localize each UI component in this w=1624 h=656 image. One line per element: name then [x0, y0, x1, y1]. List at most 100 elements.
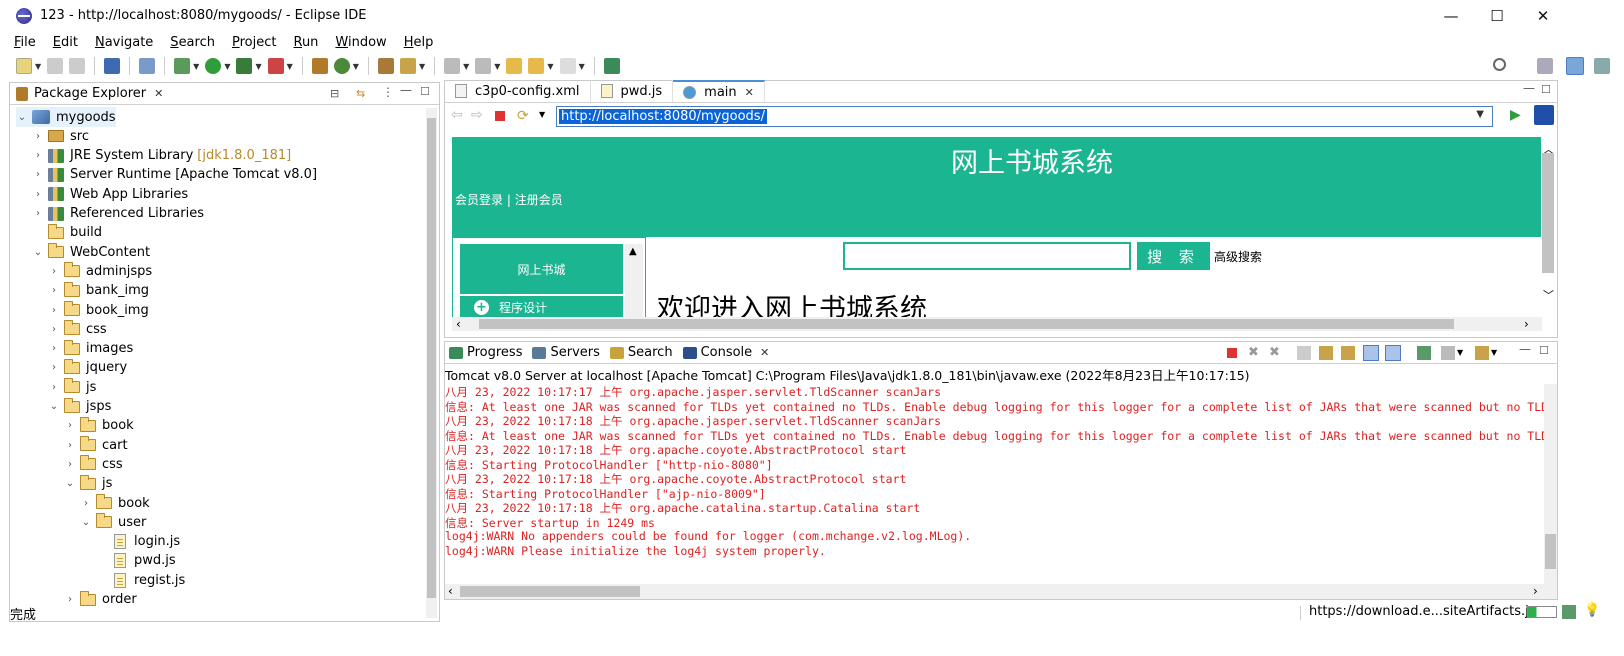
chevron-right-icon[interactable]: › [32, 131, 44, 142]
page-horizontal-scrollbar[interactable]: ‹ › [452, 317, 1542, 331]
go-icon[interactable]: ▶ [1510, 107, 1521, 123]
show-on-stdout-icon[interactable] [1363, 345, 1379, 361]
tree-item[interactable]: › css [64, 454, 123, 474]
chevron-down-icon[interactable]: ⌄ [16, 112, 28, 123]
tree-item[interactable]: regist.js [96, 570, 185, 590]
tree-item[interactable]: › src [32, 126, 89, 146]
maximize-button[interactable]: ☐ [1474, 0, 1520, 31]
chevron-down-icon[interactable]: ⌄ [32, 247, 44, 258]
chevron-down-icon[interactable]: ▼ [255, 62, 261, 71]
chevron-right-icon[interactable]: › [64, 420, 76, 431]
tree-item[interactable]: ⌄ user [80, 512, 146, 532]
chevron-left-icon[interactable]: ‹ [448, 584, 453, 598]
chevron-down-icon[interactable]: ▼ [494, 62, 500, 71]
tab-console[interactable]: Console ✕ [682, 345, 770, 360]
tab-search[interactable]: Search [609, 345, 673, 360]
chevron-down-icon[interactable]: ▼ [1457, 348, 1463, 357]
scroll-lock-icon[interactable] [1319, 346, 1333, 360]
chevron-right-icon[interactable]: › [48, 362, 60, 373]
tree-item[interactable]: › bank_img [48, 281, 149, 301]
chevron-down-icon[interactable]: ▼ [353, 62, 359, 71]
menu-run[interactable]: Run [293, 35, 318, 50]
chevron-down-icon[interactable]: ▼ [419, 62, 425, 71]
tab-main[interactable]: main ✕ [673, 80, 765, 102]
chevron-right-icon[interactable]: › [1533, 584, 1538, 598]
scrollbar-thumb[interactable] [1542, 153, 1554, 273]
view-menu-icon[interactable]: ⋮ [382, 85, 394, 99]
chevron-right-icon[interactable]: › [64, 440, 76, 451]
menu-scrollbar[interactable]: ▲ [625, 244, 643, 317]
debug-icon[interactable] [174, 58, 191, 74]
last-edit-icon[interactable] [506, 58, 523, 74]
search-button[interactable]: 搜 索 [1137, 242, 1210, 270]
category-programming[interactable]: + 程序设计 [460, 296, 623, 317]
tree-item[interactable]: ⌄ jsps [48, 397, 111, 417]
menu-file[interactable]: File [14, 35, 36, 50]
tree-vertical-scrollbar[interactable] [426, 108, 437, 618]
word-wrap-icon[interactable] [1341, 346, 1355, 360]
forward-icon[interactable] [559, 58, 576, 74]
new-java-project-icon[interactable] [311, 58, 328, 74]
chevron-down-icon[interactable]: ▼ [224, 62, 230, 71]
save-all-icon[interactable] [69, 58, 86, 74]
chevron-right-icon[interactable]: › [32, 189, 44, 200]
scrollbar-thumb[interactable] [460, 586, 640, 597]
close-icon[interactable]: ✕ [760, 346, 769, 359]
collapse-all-icon[interactable]: ⊟ [330, 87, 339, 100]
menu-window[interactable]: Window [335, 35, 386, 50]
package-explorer-tab[interactable]: Package Explorer ✕ ⊟ ⇆ ⋮ — ☐ [10, 83, 439, 105]
chevron-right-icon[interactable]: › [64, 459, 76, 470]
chevron-down-icon[interactable]: ⌄ [64, 478, 76, 489]
tab-progress[interactable]: Progress [449, 345, 522, 360]
chevron-left-icon[interactable]: ‹ [456, 317, 461, 331]
close-button[interactable]: ✕ [1520, 0, 1566, 31]
eclipse-browser-icon[interactable] [1534, 105, 1554, 125]
menu-search[interactable]: Search [170, 35, 215, 50]
open-task-icon[interactable] [399, 58, 416, 74]
chevron-down-icon[interactable]: ▼ [287, 62, 293, 71]
open-type-icon[interactable] [377, 58, 394, 74]
coverage-icon[interactable] [236, 58, 253, 74]
chevron-up-icon[interactable]: ▲ [629, 246, 637, 257]
chevron-down-icon[interactable]: ▼ [1474, 109, 1486, 120]
chevron-down-icon[interactable]: ▼ [579, 62, 585, 71]
search-icon[interactable] [1493, 58, 1506, 71]
new-icon[interactable] [16, 58, 32, 74]
chevron-right-icon[interactable]: › [48, 305, 60, 316]
display-console-icon[interactable] [1441, 346, 1455, 360]
back-icon[interactable] [528, 58, 545, 74]
chevron-down-icon[interactable]: ▼ [463, 62, 469, 71]
previous-annotation-icon[interactable] [475, 58, 492, 74]
tree-item[interactable]: › JRE System Library [jdk1.8.0_181] [32, 146, 291, 166]
chevron-down-icon[interactable]: ⌄ [48, 401, 60, 412]
terminal-icon[interactable] [104, 58, 121, 74]
open-console-icon[interactable] [1475, 346, 1489, 360]
chevron-right-icon[interactable]: › [32, 169, 44, 180]
pin-editor-icon[interactable] [603, 58, 620, 74]
scrollbar-thumb[interactable] [1545, 534, 1556, 569]
chevron-down-icon[interactable]: ▼ [547, 62, 553, 71]
back-arrow-icon[interactable]: ⇦ [451, 107, 463, 123]
open-perspective-icon[interactable] [1537, 58, 1553, 74]
tree-item[interactable]: › Web App Libraries [32, 184, 188, 204]
chevron-right-icon[interactable]: › [48, 285, 60, 296]
new-class-icon[interactable] [333, 58, 350, 74]
tip-icon[interactable]: 💡 [1584, 603, 1600, 618]
skip-breakpoints-icon[interactable] [139, 58, 156, 74]
minimize-view-icon[interactable]: — [1523, 81, 1535, 95]
tree-item[interactable]: › book [80, 493, 150, 513]
console-horizontal-scrollbar[interactable]: ‹ › [445, 584, 1557, 599]
tree-item[interactable]: › jquery [48, 358, 127, 378]
debug-perspective-icon[interactable] [1594, 58, 1610, 74]
chevron-down-icon[interactable]: ⌄ [80, 517, 92, 528]
tree-item[interactable]: ⌄ WebContent [32, 242, 150, 262]
tree-item[interactable]: › css [48, 319, 107, 339]
tree-item[interactable]: › Referenced Libraries [32, 204, 204, 224]
maximize-view-icon[interactable]: ☐ [1539, 344, 1549, 357]
tree-item[interactable]: ⌄ js [64, 474, 112, 494]
chevron-right-icon[interactable]: › [32, 208, 44, 219]
stop-icon[interactable] [495, 111, 505, 121]
run-icon[interactable] [205, 58, 222, 74]
chevron-down-icon[interactable]: ▼ [35, 62, 41, 71]
tree-item[interactable]: › book [64, 416, 134, 436]
